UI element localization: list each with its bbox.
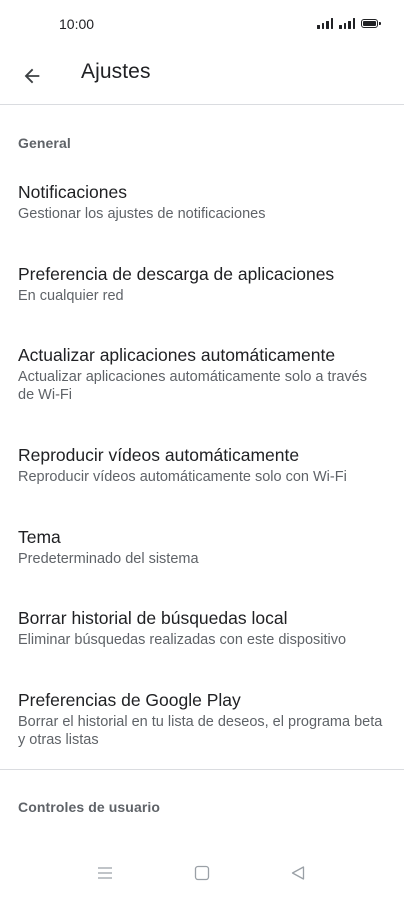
section-header-user-controls: Controles de usuario: [18, 799, 161, 815]
section-divider: [0, 769, 404, 770]
setting-title: Tema: [18, 527, 61, 547]
arrow-back-icon: [24, 68, 40, 84]
signal-icon: [317, 18, 333, 29]
header-divider: [0, 104, 404, 105]
back-button[interactable]: [14, 58, 50, 94]
setting-title: Preferencias de Google Play: [18, 690, 241, 710]
status-icons: [317, 18, 381, 29]
setting-title: Preferencia de descarga de aplicaciones: [18, 264, 335, 284]
setting-subtitle: Predeterminado del sistema: [18, 551, 199, 567]
setting-subtitle: Eliminar búsquedas realizadas con este d…: [18, 632, 347, 648]
setting-autoplay-videos[interactable]: Reproducir vídeos automáticamente Reprod…: [0, 444, 404, 486]
nav-back-button[interactable]: [286, 861, 310, 885]
app-bar: Ajustes: [0, 50, 404, 104]
back-triangle-icon: [291, 866, 305, 880]
setting-subtitle: Borrar el historial en tu lista de deseo…: [18, 714, 383, 748]
setting-clear-search-history[interactable]: Borrar historial de búsquedas local Elim…: [0, 607, 404, 649]
setting-title: Notificaciones: [18, 182, 127, 202]
setting-title: Borrar historial de búsquedas local: [18, 608, 288, 628]
signal-icon: [339, 18, 355, 29]
home-square-icon: [194, 865, 210, 881]
setting-subtitle: Reproducir vídeos automáticamente solo c…: [18, 469, 347, 485]
setting-auto-update-apps[interactable]: Actualizar aplicaciones automáticamente …: [0, 344, 404, 404]
status-bar: 10:00: [0, 0, 404, 50]
screen: 10:00 Ajustes General Notificaciones Ges…: [0, 0, 404, 897]
battery-icon: [361, 19, 381, 28]
setting-notifications[interactable]: Notificaciones Gestionar los ajustes de …: [0, 181, 404, 223]
setting-title: Actualizar aplicaciones automáticamente: [18, 345, 336, 365]
setting-google-play-preferences[interactable]: Preferencias de Google Play Borrar el hi…: [0, 689, 404, 749]
menu-icon: [98, 867, 112, 879]
nav-menu-button[interactable]: [93, 861, 117, 885]
section-header-general: General: [18, 135, 71, 151]
setting-download-preference[interactable]: Preferencia de descarga de aplicaciones …: [0, 263, 404, 305]
system-nav-bar: [0, 847, 404, 897]
setting-subtitle: Gestionar los ajustes de notificaciones: [18, 206, 266, 222]
nav-home-button[interactable]: [190, 861, 214, 885]
page-title: Ajustes: [81, 60, 151, 83]
setting-theme[interactable]: Tema Predeterminado del sistema: [0, 526, 404, 568]
setting-subtitle: Actualizar aplicaciones automáticamente …: [18, 369, 367, 403]
setting-title: Reproducir vídeos automáticamente: [18, 445, 300, 465]
status-time: 10:00: [59, 16, 95, 32]
setting-subtitle: En cualquier red: [18, 288, 124, 304]
